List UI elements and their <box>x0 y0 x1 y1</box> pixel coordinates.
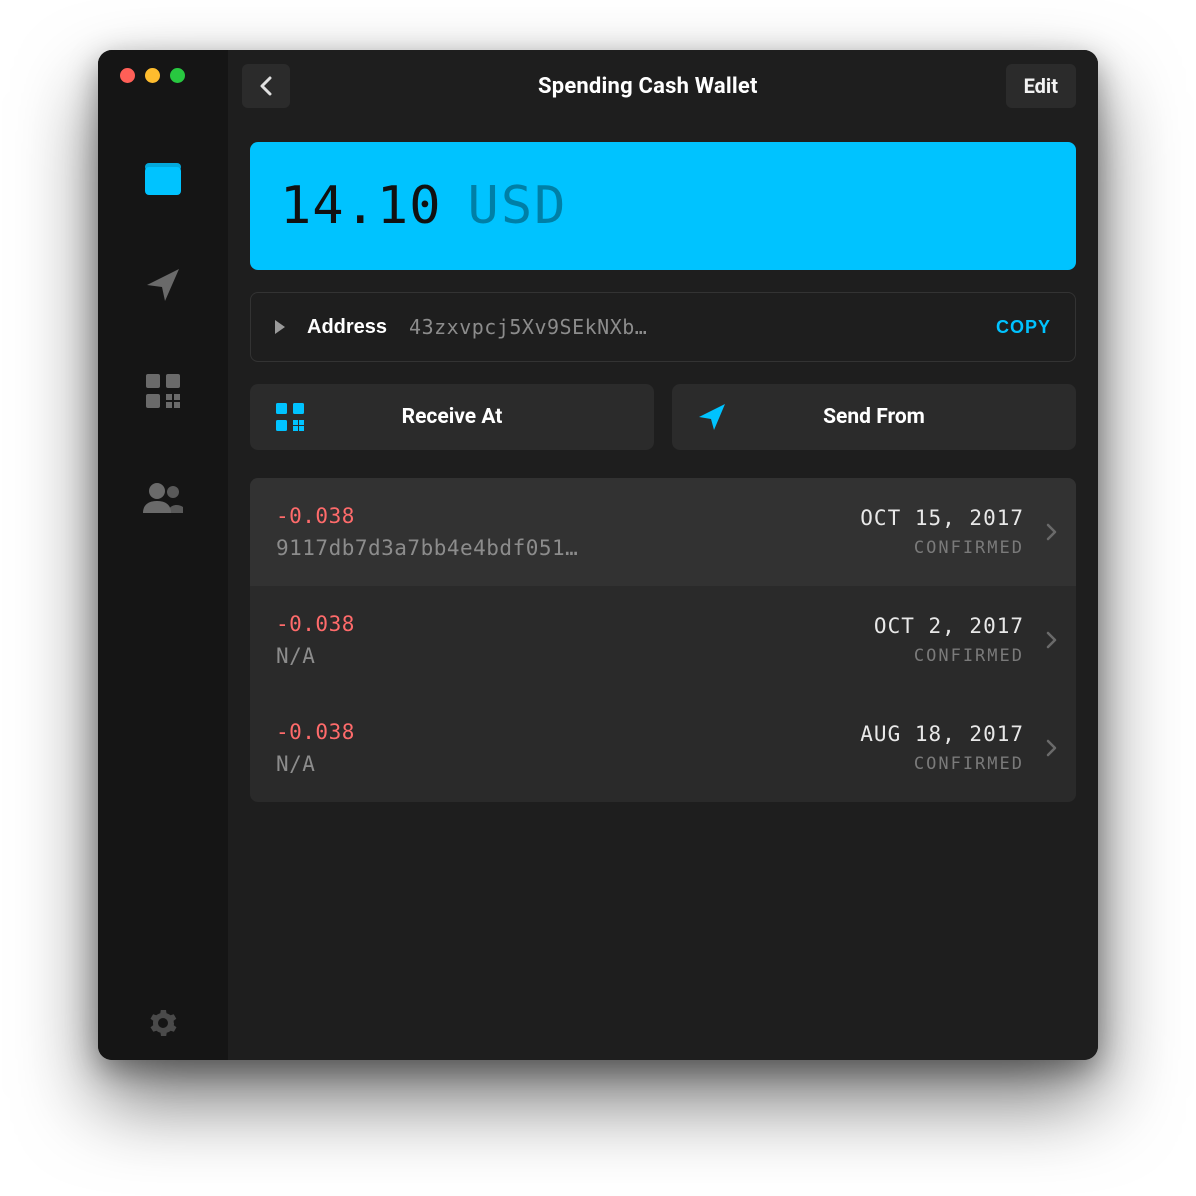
minimize-window-button[interactable] <box>145 68 160 83</box>
transaction-row[interactable]: -0.038 N/A OCT 2, 2017 CONFIRMED <box>250 586 1076 694</box>
disclosure-triangle-icon <box>275 320 285 334</box>
transaction-date: OCT 15, 2017 <box>860 506 1024 530</box>
receive-label: Receive At <box>402 405 503 429</box>
transaction-date: OCT 2, 2017 <box>874 614 1024 638</box>
transaction-status: CONFIRMED <box>874 646 1024 666</box>
qr-icon <box>276 403 304 431</box>
sidebar-item-contacts[interactable] <box>141 475 185 519</box>
header: Spending Cash Wallet Edit <box>228 50 1098 122</box>
actions-row: Receive At Send From <box>250 384 1076 450</box>
balance-amount: 14.10 <box>280 176 442 236</box>
contacts-icon <box>143 481 183 513</box>
send-label: Send From <box>823 405 925 429</box>
app-window: Spending Cash Wallet Edit 14.10 USD Addr… <box>98 50 1098 1060</box>
maximize-window-button[interactable] <box>170 68 185 83</box>
copy-address-button[interactable]: COPY <box>996 317 1051 338</box>
transaction-row[interactable]: -0.038 9117db7d3a7bb4e4bdf051… OCT 15, 2… <box>250 478 1076 586</box>
sidebar <box>98 50 228 1060</box>
sidebar-item-receive[interactable] <box>141 369 185 413</box>
transaction-date: AUG 18, 2017 <box>860 722 1024 746</box>
sidebar-item-send[interactable] <box>141 263 185 307</box>
transactions-list: -0.038 9117db7d3a7bb4e4bdf051… OCT 15, 2… <box>250 478 1076 802</box>
wallet-icon <box>144 162 182 196</box>
chevron-right-icon <box>1046 739 1058 757</box>
transaction-amount: -0.038 <box>276 504 848 528</box>
qr-icon <box>146 374 180 408</box>
page-title: Spending Cash Wallet <box>302 74 994 99</box>
edit-button[interactable]: Edit <box>1006 64 1076 108</box>
address-row[interactable]: Address 43zxvpcj5Xv9SEkNXb… COPY <box>250 292 1076 362</box>
sidebar-item-wallet[interactable] <box>141 157 185 201</box>
transaction-status: CONFIRMED <box>860 754 1024 774</box>
chevron-right-icon <box>1046 631 1058 649</box>
transaction-amount: -0.038 <box>276 720 848 744</box>
chevron-right-icon <box>1046 523 1058 541</box>
transaction-status: CONFIRMED <box>860 538 1024 558</box>
transaction-row[interactable]: -0.038 N/A AUG 18, 2017 CONFIRMED <box>250 694 1076 802</box>
back-button[interactable] <box>242 64 290 108</box>
transaction-hash: N/A <box>276 644 616 668</box>
address-value: 43zxvpcj5Xv9SEkNXb… <box>409 315 974 339</box>
transaction-hash: 9117db7d3a7bb4e4bdf051… <box>276 536 616 560</box>
transaction-amount: -0.038 <box>276 612 862 636</box>
balance-currency: USD <box>468 176 568 236</box>
close-window-button[interactable] <box>120 68 135 83</box>
balance-card: 14.10 USD <box>250 142 1076 270</box>
receive-button[interactable]: Receive At <box>250 384 654 450</box>
address-label: Address <box>307 316 387 339</box>
send-button[interactable]: Send From <box>672 384 1076 450</box>
main-panel: Spending Cash Wallet Edit 14.10 USD Addr… <box>228 50 1098 1060</box>
gear-icon <box>149 1009 177 1037</box>
sidebar-item-settings[interactable] <box>141 1016 185 1060</box>
chevron-left-icon <box>259 76 273 96</box>
send-icon <box>145 267 181 303</box>
window-controls <box>102 68 185 83</box>
transaction-hash: N/A <box>276 752 616 776</box>
send-icon <box>698 403 726 431</box>
